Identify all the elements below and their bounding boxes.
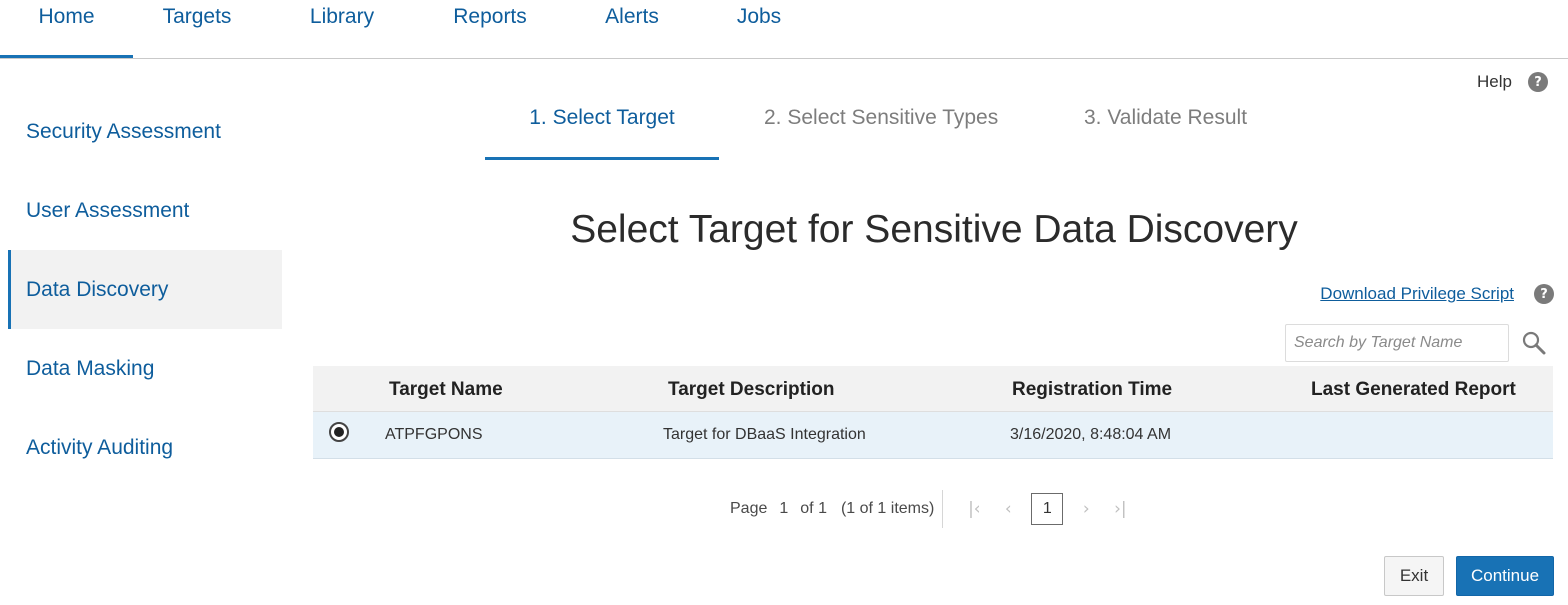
tab-alerts[interactable]: Alerts <box>596 0 668 58</box>
cell-target-description: Target for DBaaS Integration <box>663 426 866 443</box>
cell-target-name: ATPFGPONS <box>385 426 483 443</box>
question-circle-icon[interactable]: ? <box>1528 72 1548 92</box>
step-select-target[interactable]: 1. Select Target <box>485 92 719 160</box>
items-count: (1 of 1 items) <box>840 500 935 517</box>
download-row: Download Privilege Script ? <box>1320 284 1554 304</box>
pager-divider <box>942 490 944 528</box>
cell-registration-time: 3/16/2020, 8:48:04 AM <box>1010 426 1172 443</box>
tab-reports[interactable]: Reports <box>444 0 536 58</box>
column-header-last-generated-report[interactable]: Last Generated Report <box>1311 366 1516 414</box>
step-validate-result[interactable]: 3. Validate Result <box>1084 92 1247 160</box>
sidebar-item-user-assessment[interactable]: User Assessment <box>8 171 282 250</box>
next-page-icon[interactable]: › <box>1069 492 1103 526</box>
sidebar: Security Assessment User Assessment Data… <box>8 92 282 487</box>
page-number: 1 <box>779 500 789 517</box>
top-nav: Home Targets Library Reports Alerts Jobs <box>0 0 1568 59</box>
page-label: Page <box>730 500 768 517</box>
previous-page-icon[interactable]: ‹ <box>991 492 1025 526</box>
targets-table: Target Name Target Description Registrat… <box>313 366 1553 459</box>
page-total: of 1 <box>800 500 827 517</box>
step-select-sensitive-types[interactable]: 2. Select Sensitive Types <box>764 92 998 160</box>
tab-home[interactable]: Home <box>0 0 133 58</box>
page-title: Select Target for Sensitive Data Discove… <box>570 208 1298 251</box>
search-icon[interactable] <box>1521 330 1547 356</box>
current-page-button[interactable]: 1 <box>1031 493 1064 525</box>
sidebar-item-data-discovery[interactable]: Data Discovery <box>8 250 282 329</box>
sidebar-item-security-assessment[interactable]: Security Assessment <box>8 92 282 171</box>
column-header-target-description[interactable]: Target Description <box>668 366 834 414</box>
first-page-icon[interactable]: |‹ <box>957 492 991 526</box>
column-header-registration-time[interactable]: Registration Time <box>1012 366 1172 414</box>
question-circle-icon[interactable]: ? <box>1534 284 1554 304</box>
table-header: Target Name Target Description Registrat… <box>313 366 1553 412</box>
tab-library[interactable]: Library <box>300 0 384 58</box>
search-input[interactable] <box>1285 324 1509 362</box>
search-bar <box>1285 324 1547 362</box>
sidebar-item-activity-auditing[interactable]: Activity Auditing <box>8 408 282 487</box>
sidebar-item-data-masking[interactable]: Data Masking <box>8 329 282 408</box>
column-header-target-name[interactable]: Target Name <box>389 366 503 414</box>
help-area: Help ? <box>1477 72 1548 92</box>
pagination: Page 1 of 1 (1 of 1 items) |‹ ‹ 1 › ›| <box>730 490 1137 528</box>
download-privilege-script-link[interactable]: Download Privilege Script <box>1320 284 1514 304</box>
row-select-radio[interactable] <box>329 422 349 442</box>
continue-button[interactable]: Continue <box>1456 556 1554 596</box>
exit-button[interactable]: Exit <box>1384 556 1444 596</box>
help-link[interactable]: Help <box>1477 72 1512 92</box>
tab-jobs[interactable]: Jobs <box>728 0 790 58</box>
tab-targets[interactable]: Targets <box>152 0 242 58</box>
table-row[interactable]: ATPFGPONS Target for DBaaS Integration 3… <box>313 412 1553 459</box>
last-page-icon[interactable]: ›| <box>1103 492 1137 526</box>
